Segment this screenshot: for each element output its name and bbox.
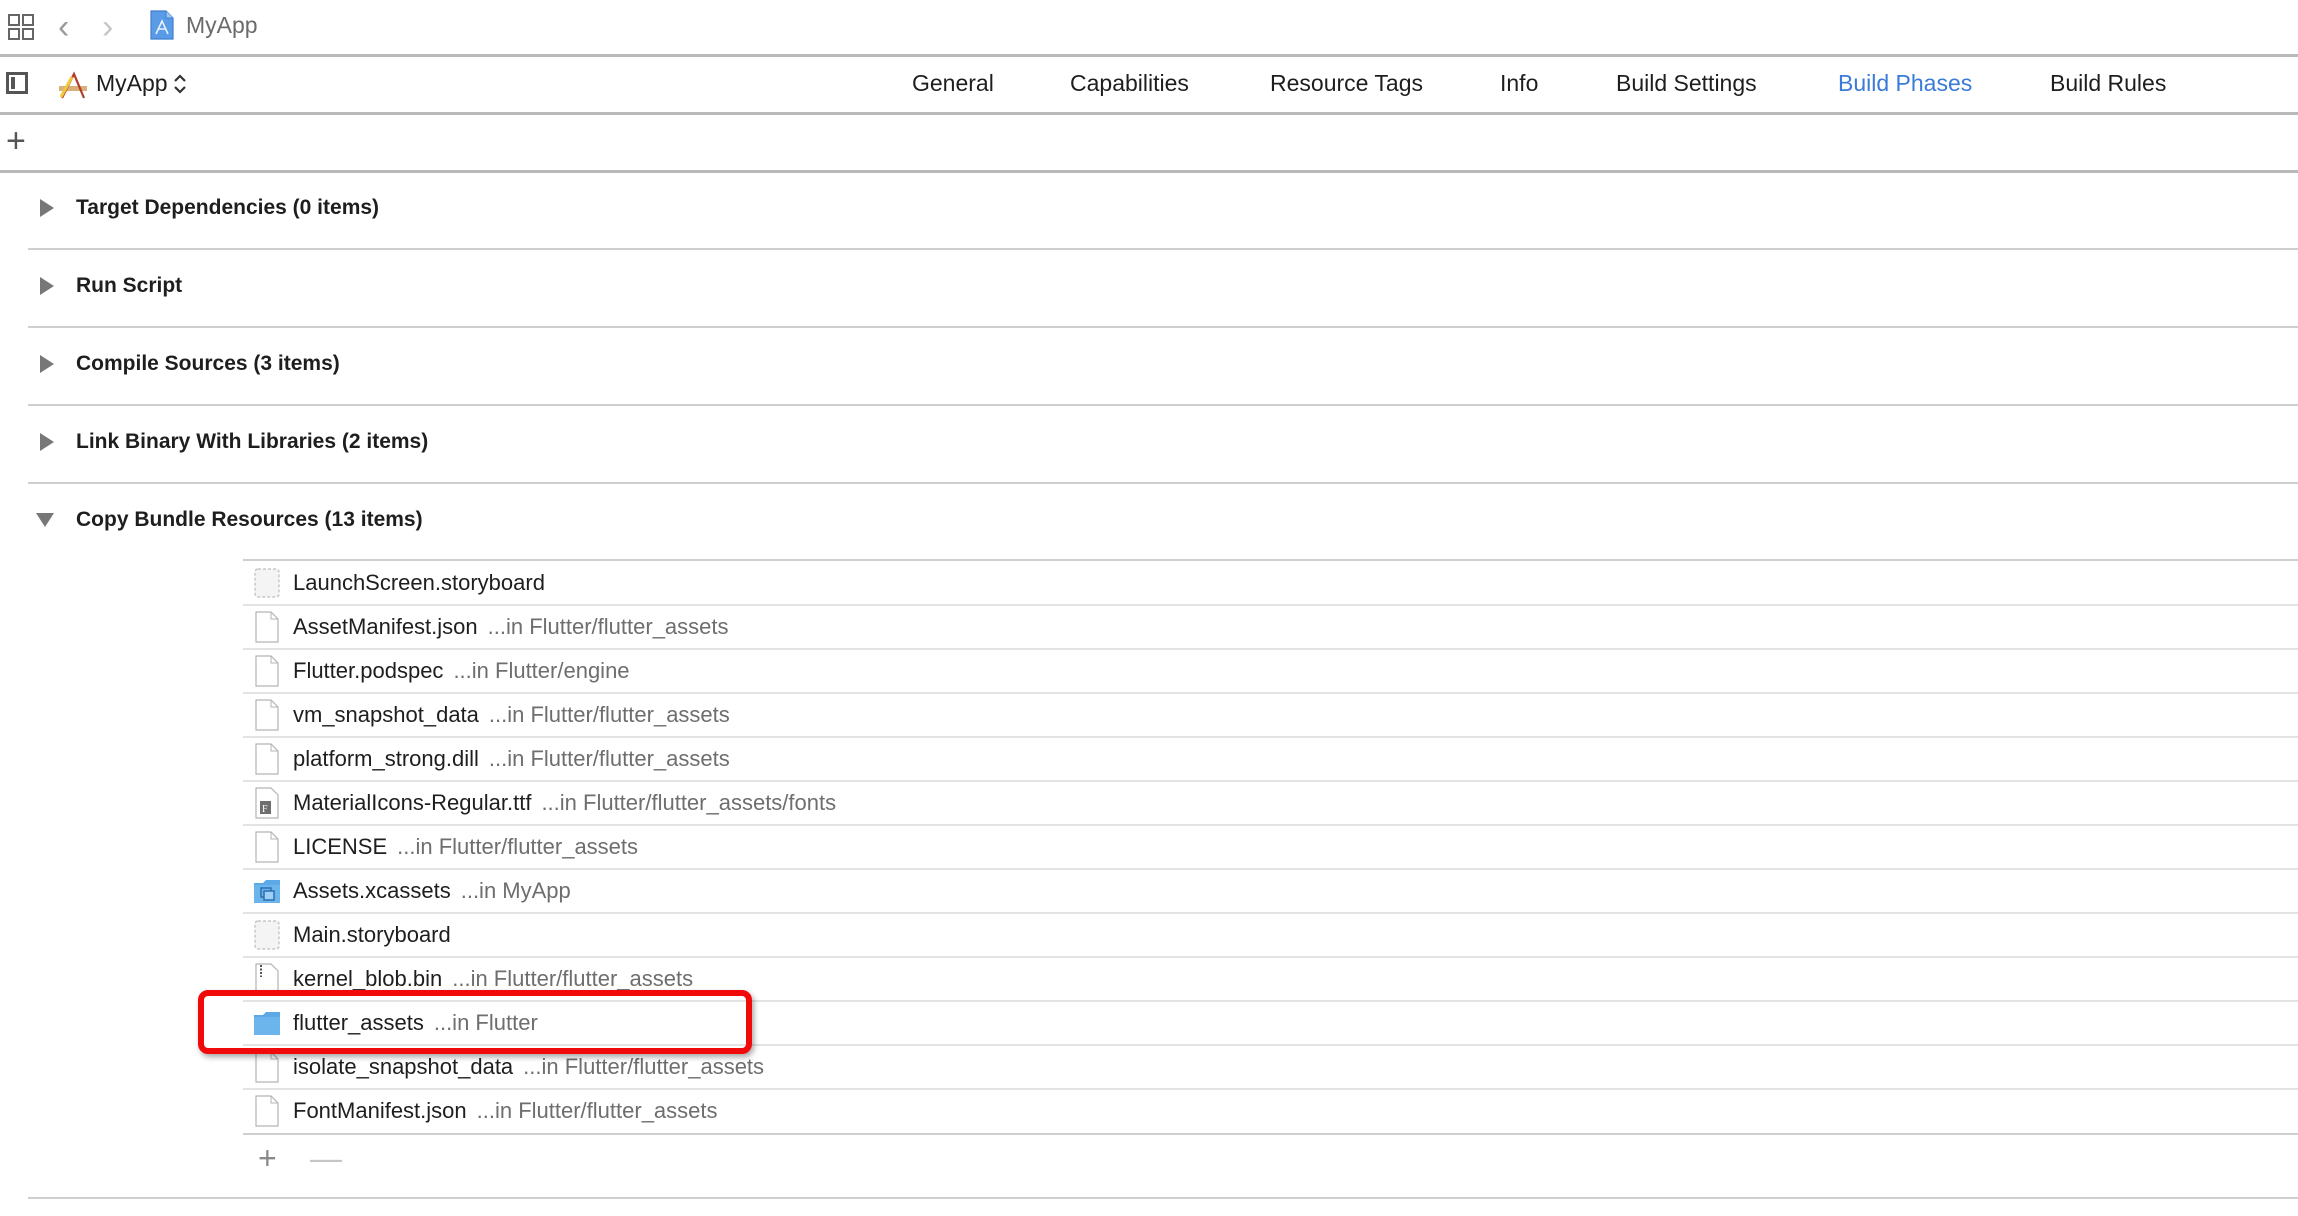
file-location: ...in Flutter/flutter_assets (397, 834, 639, 859)
divider (28, 404, 2298, 406)
divider (28, 1197, 2298, 1199)
file-name: Flutter.podspec (293, 658, 444, 683)
file-row[interactable]: AssetManifest.json ...in Flutter/flutter_… (243, 605, 2298, 649)
document-file-icon (253, 1095, 281, 1127)
xcode-project-file-icon (150, 10, 174, 40)
divider (28, 326, 2298, 328)
breadcrumb-project[interactable]: MyApp (186, 12, 258, 39)
phase-run-script[interactable]: Run Script (36, 266, 182, 306)
phase-title: Target Dependencies (0 items) (76, 196, 380, 219)
file-row[interactable]: Assets.xcassets ...in MyApp (243, 869, 2298, 913)
file-name: Main.storyboard (293, 922, 451, 947)
tab-build-phases[interactable]: Build Phases (1838, 70, 1972, 97)
chevron-right-icon[interactable]: › (102, 10, 113, 44)
tab-general[interactable]: General (912, 70, 994, 97)
storyboard-file-icon (253, 919, 281, 951)
disclosure-triangle-icon[interactable] (40, 199, 54, 217)
file-row[interactable]: LICENSE ...in Flutter/flutter_assets (243, 825, 2298, 869)
phase-title: Link Binary With Libraries (2 items) (76, 430, 429, 453)
file-location: ...in Flutter/engine (453, 658, 630, 683)
phase-title: Copy Bundle Resources (13 items) (76, 508, 423, 531)
chevron-left-icon[interactable]: ‹ (58, 10, 69, 44)
document-file-icon (253, 743, 281, 775)
file-row[interactable]: Flutter.podspec ...in Flutter/engine (243, 649, 2298, 693)
disclosure-triangle-icon[interactable] (40, 433, 54, 451)
file-name: isolate_snapshot_data (293, 1054, 514, 1079)
navigation-toolbar: ‹ › MyApp (0, 0, 2298, 54)
file-row[interactable]: FontManifest.json ...in Flutter/flutter_a… (243, 1089, 2298, 1133)
phase-link-binary[interactable]: Link Binary With Libraries (2 items) (36, 422, 428, 462)
document-file-icon (253, 1051, 281, 1083)
file-name: LaunchScreen.storyboard (293, 570, 545, 595)
editor-tab-bar: General Capabilities Resource Tags Info … (0, 56, 2298, 112)
file-row[interactable]: Main.storyboard (243, 913, 2298, 957)
storyboard-file-icon (253, 567, 281, 599)
tab-build-settings[interactable]: Build Settings (1616, 70, 1757, 97)
file-location: ...in Flutter/flutter_assets (523, 1054, 765, 1079)
file-row[interactable]: F MaterialIcons-Regular.ttf ...in Flutter/… (243, 781, 2298, 825)
remove-file-button[interactable]: — (310, 1142, 342, 1174)
file-name: Assets.xcassets (293, 878, 451, 903)
file-location: ...in Flutter/flutter_assets/fonts (541, 790, 837, 815)
font-file-icon: F (253, 787, 281, 819)
disclosure-triangle-open-icon[interactable] (36, 513, 54, 527)
file-location: ...in Flutter/flutter_assets (488, 746, 730, 771)
list-bottom-border (243, 1133, 2298, 1135)
file-name: kernel_blob.bin (293, 966, 443, 991)
file-name: MaterialIcons-Regular.ttf (293, 790, 532, 815)
tab-build-rules[interactable]: Build Rules (2050, 70, 2166, 97)
tab-capabilities[interactable]: Capabilities (1070, 70, 1189, 97)
phase-compile-sources[interactable]: Compile Sources (3 items) (36, 344, 340, 384)
phase-target-dependencies[interactable]: Target Dependencies (0 items) (36, 188, 379, 228)
svg-text:F: F (262, 804, 268, 815)
add-build-phase-button[interactable]: + (6, 124, 26, 158)
document-file-icon (253, 699, 281, 731)
file-name: LICENSE (293, 834, 388, 859)
file-name: platform_strong.dill (293, 746, 479, 771)
divider (0, 170, 2298, 173)
highlight-annotation-box (198, 990, 752, 1054)
tab-info[interactable]: Info (1500, 70, 1538, 97)
file-location: ...in MyApp (460, 878, 571, 903)
divider (28, 248, 2298, 250)
file-location: ...in Flutter/flutter_assets (452, 966, 694, 991)
disclosure-triangle-icon[interactable] (40, 277, 54, 295)
file-location: ...in Flutter/flutter_assets (488, 702, 730, 727)
file-name: FontManifest.json (293, 1098, 467, 1123)
divider (0, 112, 2298, 115)
phase-title: Run Script (76, 274, 183, 297)
file-row[interactable]: vm_snapshot_data ...in Flutter/flutter_as… (243, 693, 2298, 737)
file-name: vm_snapshot_data (293, 702, 479, 727)
asset-catalog-file-icon (253, 875, 281, 907)
document-file-icon (253, 655, 281, 687)
add-file-button[interactable]: + (258, 1142, 277, 1174)
file-row[interactable]: LaunchScreen.storyboard (243, 561, 2298, 605)
phase-copy-bundle-resources[interactable]: Copy Bundle Resources (13 items) (36, 500, 423, 540)
document-file-icon (253, 831, 281, 863)
phase-title: Compile Sources (3 items) (76, 352, 340, 375)
file-location: ...in Flutter/flutter_assets (487, 614, 729, 639)
tab-resource-tags[interactable]: Resource Tags (1270, 70, 1423, 97)
disclosure-triangle-icon[interactable] (40, 355, 54, 373)
file-row[interactable]: platform_strong.dill ...in Flutter/flutte… (243, 737, 2298, 781)
document-file-icon (253, 611, 281, 643)
divider (28, 482, 2298, 484)
file-name: AssetManifest.json (293, 614, 478, 639)
file-location: ...in Flutter/flutter_assets (476, 1098, 718, 1123)
related-items-grid-icon[interactable] (8, 14, 34, 40)
